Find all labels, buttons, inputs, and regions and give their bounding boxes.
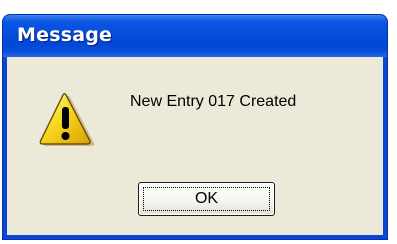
dialog-title: Message	[17, 24, 113, 46]
ok-button[interactable]: OK	[138, 182, 275, 216]
ok-button-label: OK	[194, 190, 219, 207]
message-dialog: Message New Entry 017 Created OK	[2, 14, 388, 240]
warning-icon	[39, 93, 95, 146]
dialog-body: New Entry 017 Created OK	[7, 57, 383, 235]
dialog-message: New Entry 017 Created	[130, 93, 297, 110]
title-bar[interactable]: Message	[3, 15, 387, 57]
